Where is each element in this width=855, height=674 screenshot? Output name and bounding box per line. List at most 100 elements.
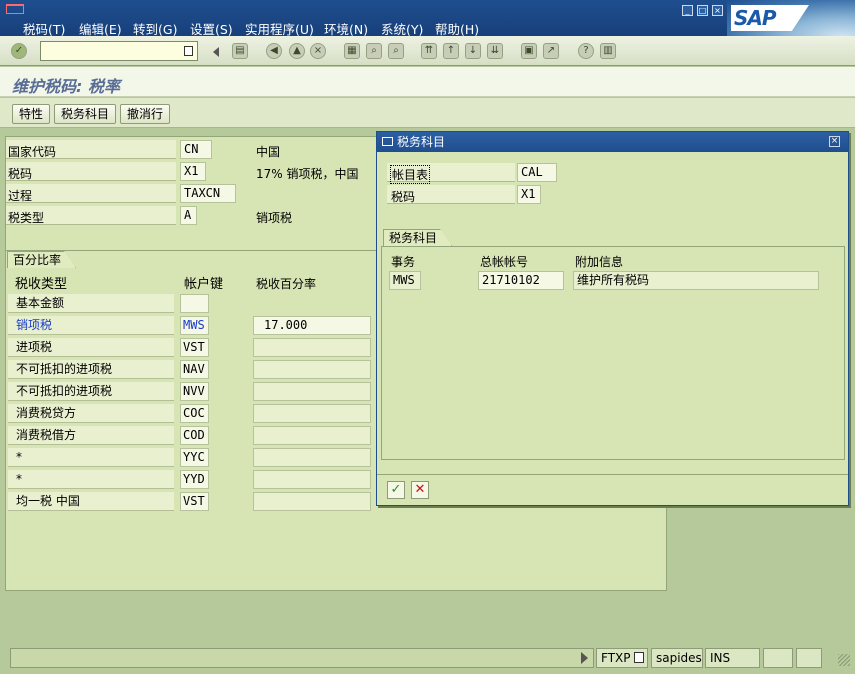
rate-row-type: *: [8, 470, 174, 489]
rate-row-type: *: [8, 448, 174, 467]
dialog-title: 税务科目: [397, 135, 446, 149]
dialog-tax-code-label: 税码: [391, 190, 416, 204]
percentage-rates-tab: 百分比率: [7, 251, 76, 268]
sap-logo: SAP: [731, 5, 809, 31]
rate-row-type: 不可抵扣的进项税: [8, 360, 174, 379]
chart-of-accounts-label: 帐目表: [390, 165, 431, 184]
rate-row-type: 不可抵扣的进项税: [8, 382, 174, 401]
col-header-additional-info: 附加信息: [575, 255, 624, 269]
rate-row-key[interactable]: COC: [180, 404, 209, 423]
back-icon[interactable]: ◀: [266, 43, 282, 59]
rate-row-percent[interactable]: [253, 470, 371, 489]
history-icon[interactable]: [184, 46, 193, 56]
exit-icon[interactable]: ▲: [289, 43, 305, 59]
status-connection-icon: [763, 648, 793, 668]
maximize-icon[interactable]: □: [697, 5, 708, 16]
rate-row-percent[interactable]: [253, 404, 371, 423]
col-header-tax-percent: 税收百分率: [256, 277, 317, 291]
status-user: sapides: [651, 648, 703, 668]
cancel-x-icon[interactable]: ✕: [411, 481, 429, 499]
rate-row-percent[interactable]: [253, 360, 371, 379]
col-header-gl-account: 总帐帐号: [480, 255, 529, 269]
rate-row-percent[interactable]: [253, 426, 371, 445]
layout-menu-icon[interactable]: ▥: [600, 43, 616, 59]
tax-accounts-button[interactable]: 税务科目: [54, 104, 117, 124]
rate-row-type: 进项税: [8, 338, 174, 357]
rate-row-key[interactable]: VST: [180, 492, 209, 511]
minimize-icon[interactable]: _: [682, 5, 693, 16]
confirm-check-icon[interactable]: ✓: [387, 481, 405, 499]
rate-row-key[interactable]: YYD: [180, 470, 209, 489]
status-toggle-icon[interactable]: [581, 652, 588, 664]
rate-row-key[interactable]: VST: [180, 338, 209, 357]
cancel-icon[interactable]: ×: [310, 43, 326, 59]
tax-accounts-group-tab: 税务科目: [383, 229, 452, 246]
find-next-icon[interactable]: ⌕: [388, 43, 404, 59]
rate-row-key[interactable]: COD: [180, 426, 209, 445]
status-mode[interactable]: INS: [705, 648, 760, 668]
rate-row-type: 消费税借方: [8, 426, 174, 445]
print-icon[interactable]: ▦: [344, 43, 360, 59]
additional-info-field: 维护所有税码: [573, 271, 819, 290]
col-header-account-key: 帐户键: [184, 277, 224, 292]
lock-icon: [796, 648, 822, 668]
close-icon[interactable]: ×: [712, 5, 723, 16]
gl-account-field[interactable]: 21710102: [478, 271, 564, 290]
window-icon[interactable]: [6, 4, 24, 14]
rate-row-percent[interactable]: [253, 382, 371, 401]
tax-code-field[interactable]: X1: [180, 162, 206, 181]
country-name: 中国: [256, 145, 281, 159]
undo-line-button[interactable]: 撤消行: [120, 104, 171, 124]
country-code-field[interactable]: CN: [180, 140, 212, 159]
rate-row-key[interactable]: NAV: [180, 360, 209, 379]
status-message-area: [10, 648, 594, 668]
command-field[interactable]: [40, 41, 198, 61]
rate-row-percent[interactable]: [253, 448, 371, 467]
resize-grip-icon[interactable]: [838, 654, 850, 666]
title-area: 维护税码: 税率: [0, 67, 855, 97]
page-title: 维护税码: 税率: [12, 77, 120, 96]
rate-row-percent[interactable]: [253, 338, 371, 357]
col-header-transaction: 事务: [391, 255, 416, 269]
tax-code-description: 17% 销项税，中国: [256, 167, 359, 181]
dialog-tax-code-field[interactable]: X1: [517, 185, 541, 204]
rate-row-key[interactable]: MWS: [180, 316, 209, 335]
previous-page-icon[interactable]: ↑: [443, 43, 459, 59]
save-icon[interactable]: ▤: [232, 43, 248, 59]
tax-code-label: 税码: [8, 167, 33, 181]
status-bar: FTXP sapides INS: [0, 644, 855, 674]
chart-of-accounts-field[interactable]: CAL: [517, 163, 557, 182]
first-page-icon[interactable]: ⇈: [421, 43, 437, 59]
rate-row-type: 均一税 中国: [8, 492, 174, 511]
shortcut-icon[interactable]: ↗: [543, 43, 559, 59]
standard-toolbar: ✓ ▤ ◀ ▲ × ▦ ⌕ ⌕ ⇈ ↑ ↓ ⇊ ▣ ↗ ? ▥: [0, 36, 855, 66]
transaction-field: MWS: [389, 271, 421, 290]
dialog-title-bar: 税务科目 ×: [377, 132, 848, 152]
dialog-footer: ✓ ✕: [377, 474, 848, 505]
create-session-icon[interactable]: ▣: [521, 43, 537, 59]
enter-check-icon[interactable]: ✓: [11, 43, 27, 59]
find-icon[interactable]: ⌕: [366, 43, 382, 59]
rate-row-key[interactable]: [180, 294, 209, 313]
dialog-close-icon[interactable]: ×: [829, 136, 840, 147]
procedure-field[interactable]: TAXCN: [180, 184, 236, 203]
rate-row-type: 消费税贷方: [8, 404, 174, 423]
tax-type-label: 税类型: [8, 211, 45, 225]
application-toolbar: 特性 税务科目 撤消行: [0, 98, 855, 128]
last-page-icon[interactable]: ⇊: [487, 43, 503, 59]
tax-type-field[interactable]: A: [180, 206, 197, 225]
tax-accounts-dialog: 税务科目 × 帐目表 CAL 税码 X1 税务科目 事务 总帐帐号 附加信息 M…: [376, 131, 849, 506]
properties-button[interactable]: 特性: [12, 104, 51, 124]
status-transaction: FTXP: [596, 648, 648, 668]
procedure-label: 过程: [8, 189, 33, 203]
history-dropdown-icon[interactable]: [213, 47, 219, 57]
rate-row-percent[interactable]: 17.000: [253, 316, 371, 335]
rate-row-key[interactable]: NVV: [180, 382, 209, 401]
rate-row-percent[interactable]: [253, 492, 371, 511]
next-page-icon[interactable]: ↓: [465, 43, 481, 59]
status-transaction-code: FTXP: [601, 651, 631, 665]
status-info-icon[interactable]: [634, 652, 644, 663]
help-icon[interactable]: ?: [578, 43, 594, 59]
rate-row-key[interactable]: YYC: [180, 448, 209, 467]
rate-row-type[interactable]: 销项税: [8, 316, 174, 335]
